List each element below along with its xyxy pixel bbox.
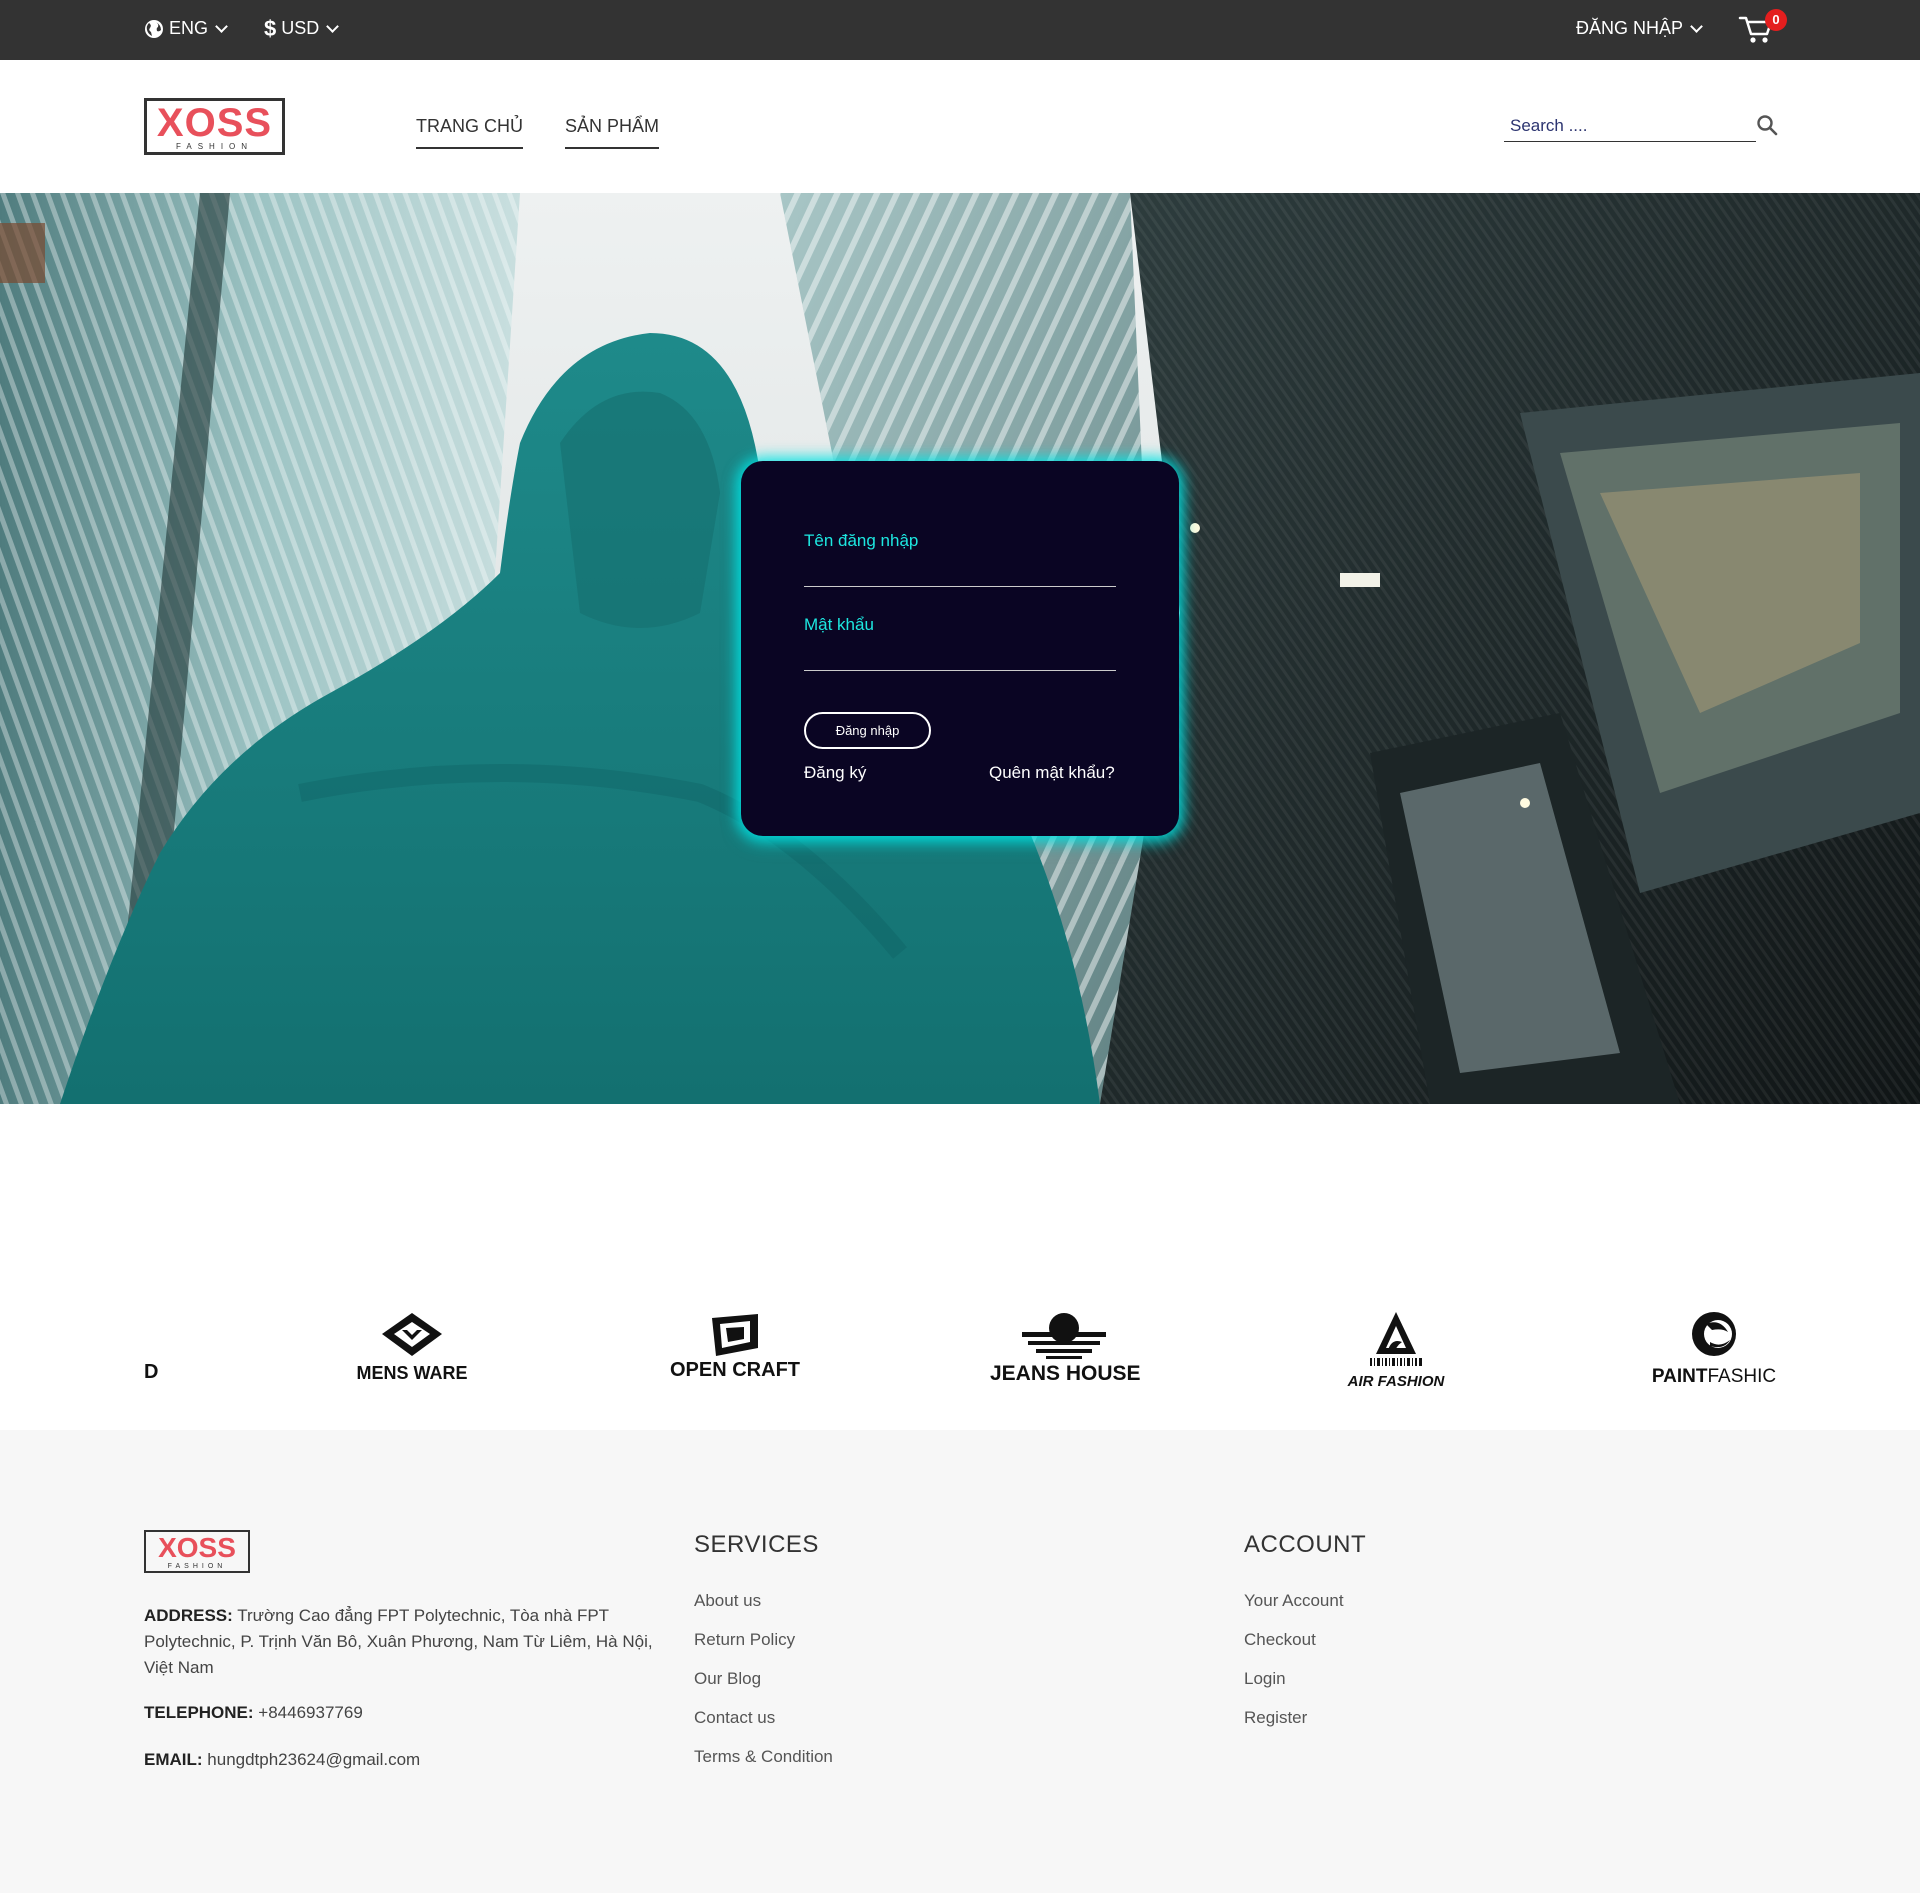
telephone-label: TELEPHONE:	[144, 1703, 254, 1722]
paintfashic-emblem-icon	[1692, 1312, 1736, 1356]
chevron-down-icon	[1690, 19, 1703, 33]
password-field: Mật khẩu	[804, 615, 1116, 671]
top-bar: ENG $ USD ĐĂNG NHẬP 0	[0, 0, 1920, 60]
brand-name: MENS WARE	[356, 1363, 468, 1383]
airfashion-emblem-icon	[1370, 1312, 1422, 1366]
password-label: Mật khẩu	[804, 615, 874, 634]
footer-link-login[interactable]: Login	[1244, 1669, 1286, 1689]
brand-name-bold: PAINT	[1651, 1366, 1708, 1387]
footer-link-about-us[interactable]: About us	[694, 1591, 761, 1611]
address-label: ADDRESS:	[144, 1606, 233, 1625]
register-link[interactable]: Đăng ký	[804, 763, 866, 783]
brand-name: D	[144, 1361, 159, 1383]
brand-logo-paintfashic[interactable]: PAINTFASHIC	[1650, 1310, 1778, 1390]
forgot-password-link[interactable]: Quên mật khẩu?	[989, 763, 1115, 783]
nav-home[interactable]: TRANG CHỦ	[416, 116, 523, 149]
brand-logo-opencraft[interactable]: OPEN CRAFT	[668, 1310, 802, 1390]
dollar-icon: $	[264, 15, 277, 41]
globe-icon	[145, 19, 163, 38]
site-logo[interactable]: XOSS FASHION	[144, 98, 285, 155]
jeanshouse-emblem-icon	[1022, 1313, 1106, 1359]
language-selector[interactable]: ENG	[144, 18, 230, 39]
footer-link-your-account[interactable]: Your Account	[1244, 1591, 1344, 1611]
brand-name: JEANS HOUSE	[990, 1362, 1141, 1385]
chevron-down-icon	[215, 19, 228, 33]
login-card: Tên đăng nhập Mật khẩu Đăng nhập Đăng ký…	[741, 461, 1179, 836]
brand-logo-partial[interactable]: D	[144, 1310, 174, 1390]
footer-link-terms[interactable]: Terms & Condition	[694, 1747, 833, 1767]
telephone-value: +8446937769	[258, 1703, 363, 1722]
brand-strip	[0, 1104, 1920, 1430]
opencraft-emblem-icon	[712, 1314, 758, 1356]
search-box	[1504, 112, 1756, 142]
nav-products[interactable]: SẢN PHẨM	[565, 116, 660, 149]
email-label: EMAIL:	[144, 1750, 203, 1769]
currency-label: USD	[281, 18, 320, 38]
username-field: Tên đăng nhập	[804, 531, 1116, 587]
footer-email: EMAIL: hungdtph23624@gmail.com	[144, 1747, 664, 1773]
footer-address: ADDRESS: Trường Cao đẳng FPT Polytechnic…	[144, 1603, 664, 1681]
brand-name: PAINTFASHIC	[1650, 1366, 1778, 1388]
brand-name: AIR FASHION	[1347, 1373, 1445, 1390]
chevron-down-icon	[326, 19, 340, 33]
footer-link-checkout[interactable]: Checkout	[1244, 1630, 1316, 1650]
username-label: Tên đăng nhập	[804, 531, 919, 550]
username-input[interactable]	[804, 561, 1116, 587]
footer-link-our-blog[interactable]: Our Blog	[694, 1669, 761, 1689]
footer-logo-text: XOSS	[158, 1532, 236, 1563]
email-value: hungdtph23624@gmail.com	[207, 1750, 421, 1769]
cart-count-badge: 0	[1765, 9, 1787, 31]
login-dropdown[interactable]: ĐĂNG NHẬP	[1576, 18, 1705, 39]
brand-name: OPEN CRAFT	[670, 1359, 800, 1381]
footer-link-register[interactable]: Register	[1244, 1708, 1307, 1728]
search-icon[interactable]	[1755, 113, 1779, 137]
search-input[interactable]	[1504, 112, 1756, 140]
brand-name-light: FASHIC	[1707, 1366, 1777, 1387]
currency-selector[interactable]: $ USD	[264, 15, 341, 41]
brand-logo-mensware[interactable]: MENS WARE	[350, 1310, 474, 1390]
footer-telephone: TELEPHONE: +8446937769	[144, 1700, 664, 1726]
language-label: ENG	[169, 18, 209, 38]
password-input[interactable]	[804, 645, 1116, 671]
login-dropdown-label: ĐĂNG NHẬP	[1576, 18, 1684, 38]
footer-logo[interactable]: XOSS FASHION	[144, 1530, 250, 1573]
logo-text: XOSS	[156, 101, 273, 145]
login-button[interactable]: Đăng nhập	[804, 712, 931, 749]
footer-logo-subtext: FASHION	[166, 1563, 228, 1571]
account-heading: ACCOUNT	[1244, 1531, 1367, 1558]
footer-link-contact-us[interactable]: Contact us	[694, 1708, 775, 1728]
brand-logo-jeanshouse[interactable]: JEANS HOUSE	[990, 1310, 1141, 1390]
mensware-emblem-icon	[382, 1313, 442, 1356]
logo-subtext: FASHION	[173, 142, 256, 152]
services-heading: SERVICES	[694, 1531, 819, 1558]
footer-link-return-policy[interactable]: Return Policy	[694, 1630, 795, 1650]
brand-logo-airfashion[interactable]: AIR FASHION	[1346, 1310, 1446, 1390]
